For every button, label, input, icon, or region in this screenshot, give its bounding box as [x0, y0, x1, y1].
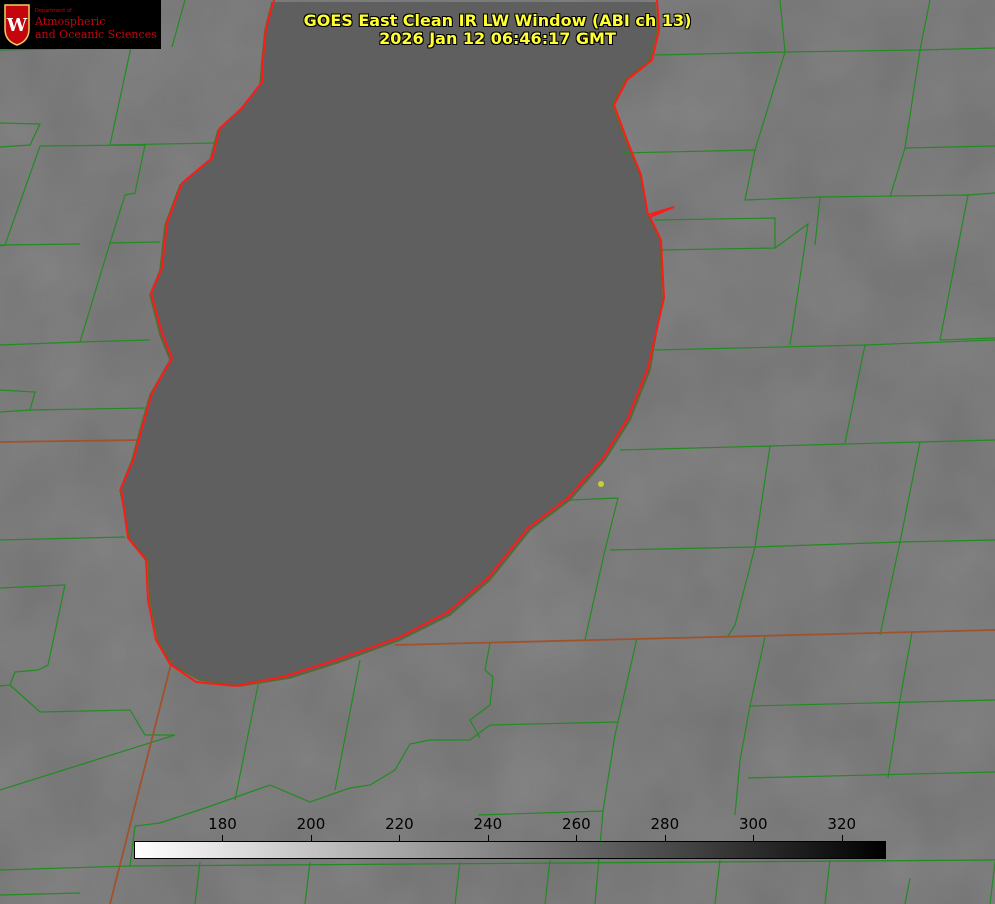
colorbar-tick-label: 300 — [738, 815, 768, 833]
colorbar-tick-label: 280 — [650, 815, 680, 833]
colorbar-tick-label: 220 — [385, 815, 414, 833]
colorbar-tick-label: 180 — [208, 815, 237, 833]
colorbar-tick-label: 260 — [562, 815, 591, 833]
satellite-image-viewer: W Department of Atmospheric and Oceanic … — [0, 0, 995, 904]
colorbar-tick-label: 200 — [296, 815, 326, 833]
image-title: GOES East Clean IR LW Window (ABI ch 13) — [303, 11, 692, 30]
colorbar — [134, 841, 886, 859]
colorbar-tick-label: 320 — [827, 815, 857, 833]
colorbar-tick-label: 240 — [473, 815, 503, 833]
satellite-map — [0, 0, 995, 904]
image-timestamp: 2026 Jan 12 06:46:17 GMT — [379, 29, 616, 48]
station-marker — [598, 481, 604, 487]
